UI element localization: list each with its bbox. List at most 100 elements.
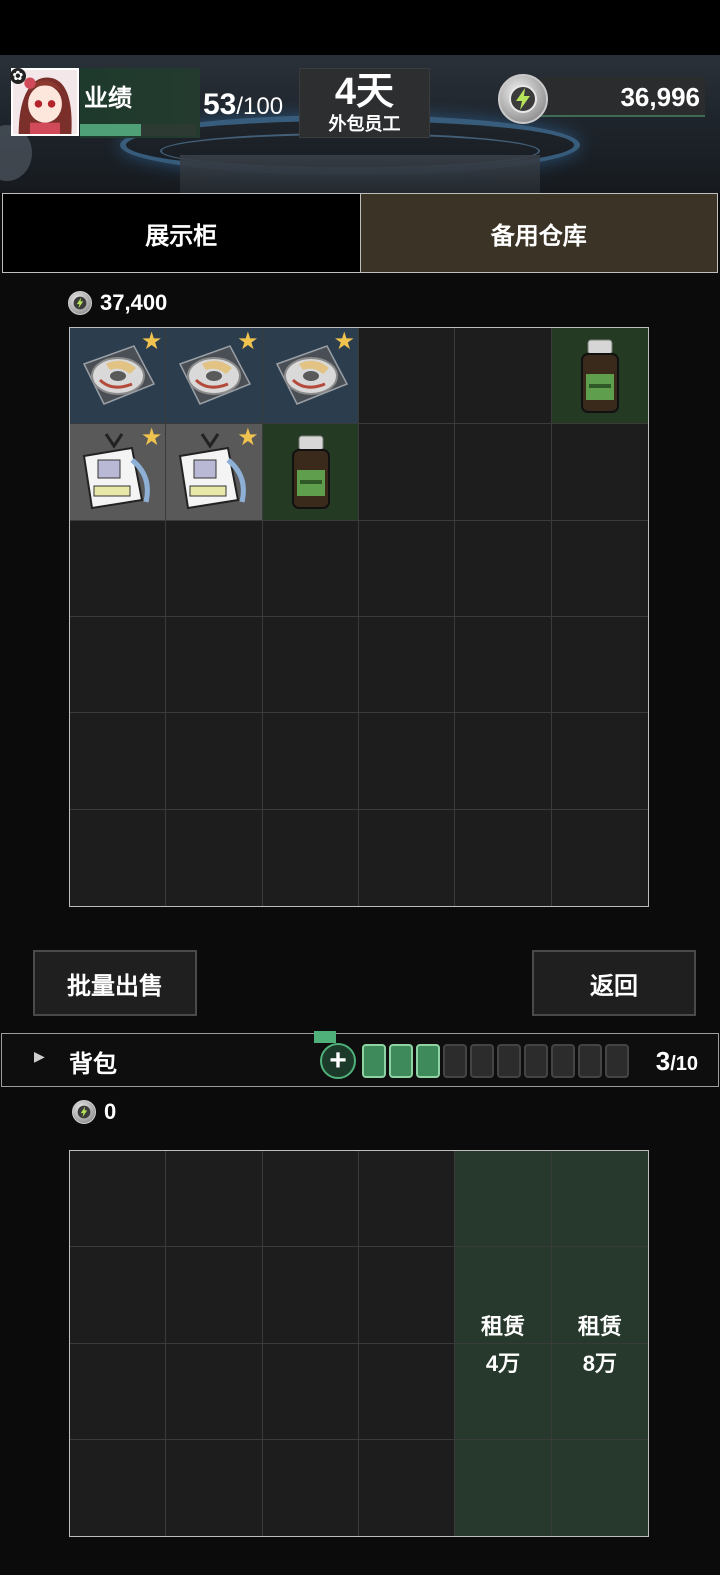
storage-empty-slot[interactable] xyxy=(166,617,263,714)
storage-item-disc[interactable]: ★ xyxy=(166,328,263,425)
backpack-empty-slot[interactable] xyxy=(262,1439,359,1536)
rent-label: 租赁 xyxy=(577,1314,622,1340)
settings-gear-icon[interactable]: ✿ xyxy=(10,68,26,84)
star-icon: ★ xyxy=(237,328,259,355)
storage-empty-slot[interactable] xyxy=(455,809,552,906)
coin-icon xyxy=(72,1100,96,1124)
storage-empty-slot[interactable] xyxy=(551,424,648,521)
backpack-total-value: 0 xyxy=(72,1099,116,1125)
battery-empty-icon xyxy=(443,1044,467,1078)
performance-bar-fill xyxy=(80,124,142,136)
battery-full-icon xyxy=(362,1044,386,1078)
backpack-count-max: /10 xyxy=(670,1053,698,1075)
rental-slot[interactable] xyxy=(455,1151,552,1248)
storage-empty-slot[interactable] xyxy=(551,809,648,906)
rental-slot[interactable]: 8万 xyxy=(551,1343,648,1440)
storage-empty-slot[interactable] xyxy=(455,328,552,425)
expand-arrow-icon[interactable]: ▶ xyxy=(34,1048,45,1065)
storage-grid: ★ ★ ★ ★ ★ xyxy=(69,327,649,907)
backpack-empty-slot[interactable] xyxy=(166,1343,263,1440)
storage-empty-slot[interactable] xyxy=(551,713,648,810)
storage-empty-slot[interactable] xyxy=(359,328,456,425)
performance-value: 53/100 xyxy=(203,88,283,122)
rental-slot[interactable]: 租赁 xyxy=(551,1247,648,1344)
star-icon: ★ xyxy=(140,328,163,355)
storage-empty-slot[interactable] xyxy=(262,617,359,714)
rental-slot[interactable]: 租赁 xyxy=(455,1247,552,1344)
backpack-empty-slot[interactable] xyxy=(359,1439,456,1536)
rental-slot[interactable]: 4万 xyxy=(455,1343,552,1440)
battery-full-icon xyxy=(389,1044,413,1078)
storage-empty-slot[interactable] xyxy=(262,809,359,906)
storage-empty-slot[interactable] xyxy=(359,520,456,617)
employee-role: 外包员工 xyxy=(328,114,401,134)
star-icon: ★ xyxy=(237,424,259,452)
storage-empty-slot[interactable] xyxy=(166,713,263,810)
battery-empty-icon xyxy=(551,1044,575,1078)
storage-item-disc[interactable]: ★ xyxy=(262,328,359,425)
days-count: 4天 xyxy=(334,71,395,113)
medicine-bottle-icon xyxy=(580,339,619,413)
days-badge: 4天 外包员工 xyxy=(299,68,430,138)
performance-bar xyxy=(80,124,196,136)
backpack-empty-slot[interactable] xyxy=(359,1247,456,1344)
coin-icon xyxy=(68,291,92,315)
backpack-empty-slot[interactable] xyxy=(70,1247,167,1344)
rental-slot[interactable] xyxy=(551,1439,648,1536)
backpack-bar[interactable]: ▶ 背包 + 3/10 xyxy=(1,1031,719,1087)
storage-item-disc[interactable]: ★ xyxy=(70,328,167,425)
backpack-empty-slot[interactable] xyxy=(70,1151,167,1248)
tab-backup-storage[interactable]: 备用仓库 xyxy=(360,194,717,272)
inventory-tabs: 展示柜 备用仓库 xyxy=(2,193,718,273)
storage-empty-slot[interactable] xyxy=(166,520,263,617)
back-button[interactable]: 返回 xyxy=(532,950,696,1016)
coin-balance: 36,996 xyxy=(620,82,700,112)
storage-empty-slot[interactable] xyxy=(455,617,552,714)
storage-item-badge[interactable]: ★ xyxy=(166,424,263,521)
storage-empty-slot[interactable] xyxy=(455,713,552,810)
performance-current: 53 xyxy=(203,88,237,121)
storage-empty-slot[interactable] xyxy=(359,809,456,906)
storage-empty-slot[interactable] xyxy=(70,617,167,714)
video-ad-icon xyxy=(314,1031,336,1043)
storage-empty-slot[interactable] xyxy=(455,520,552,617)
storage-total-amount: 37,400 xyxy=(100,290,168,315)
backpack-empty-slot[interactable] xyxy=(70,1343,167,1440)
battery-empty-icon xyxy=(578,1044,602,1078)
storage-item-badge[interactable]: ★ xyxy=(70,424,167,521)
performance-max: /100 xyxy=(236,93,284,120)
storage-empty-slot[interactable] xyxy=(70,520,167,617)
backpack-empty-slot[interactable] xyxy=(359,1151,456,1248)
storage-empty-slot[interactable] xyxy=(70,713,167,810)
storage-empty-slot[interactable] xyxy=(262,713,359,810)
storage-empty-slot[interactable] xyxy=(359,424,456,521)
status-bar xyxy=(0,0,720,55)
storage-item-bottle[interactable] xyxy=(262,424,359,521)
storage-empty-slot[interactable] xyxy=(455,424,552,521)
rental-slot[interactable] xyxy=(455,1439,552,1536)
storage-empty-slot[interactable] xyxy=(262,520,359,617)
backpack-empty-slot[interactable] xyxy=(166,1247,263,1344)
backpack-empty-slot[interactable] xyxy=(262,1343,359,1440)
storage-empty-slot[interactable] xyxy=(166,809,263,906)
add-slot-button[interactable]: + xyxy=(320,1043,356,1079)
storage-empty-slot[interactable] xyxy=(551,617,648,714)
backpack-empty-slot[interactable] xyxy=(166,1439,263,1536)
storage-item-bottle[interactable] xyxy=(551,328,648,425)
tab-showcase[interactable]: 展示柜 xyxy=(3,194,361,272)
battery-empty-icon xyxy=(470,1044,494,1078)
backpack-empty-slot[interactable] xyxy=(70,1439,167,1536)
storage-empty-slot[interactable] xyxy=(359,617,456,714)
backpack-empty-slot[interactable] xyxy=(359,1343,456,1440)
bulk-sell-button[interactable]: 批量出售 xyxy=(33,950,197,1016)
battery-empty-icon xyxy=(605,1044,629,1078)
backpack-count-current: 3 xyxy=(655,1046,671,1076)
storage-empty-slot[interactable] xyxy=(551,520,648,617)
storage-empty-slot[interactable] xyxy=(359,713,456,810)
backpack-empty-slot[interactable] xyxy=(262,1151,359,1248)
storage-empty-slot[interactable] xyxy=(70,809,167,906)
backpack-empty-slot[interactable] xyxy=(262,1247,359,1344)
backpack-empty-slot[interactable] xyxy=(166,1151,263,1248)
backpack-total-amount: 0 xyxy=(104,1099,117,1124)
rental-slot[interactable] xyxy=(551,1151,648,1248)
